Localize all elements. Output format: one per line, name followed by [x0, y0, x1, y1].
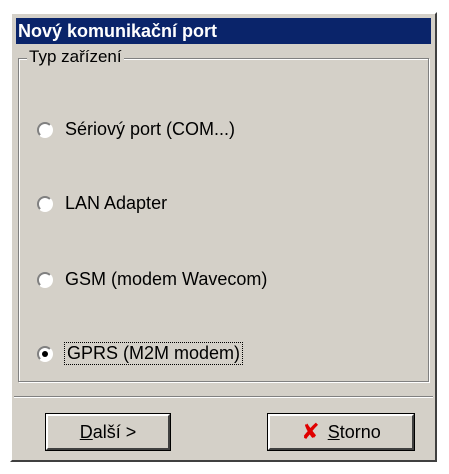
radio-selected-dot: [42, 350, 48, 357]
radio-label: Sériový port (COM...): [65, 119, 236, 139]
title-bar: Nový komunikační port: [16, 18, 431, 44]
radio-label: GSM (modem Wavecom): [65, 269, 268, 289]
next-button[interactable]: Další >: [46, 414, 170, 450]
device-type-group: Typ zařízení Sériový port (COM...) LAN A…: [18, 47, 429, 382]
radio-label: LAN Adapter: [65, 193, 168, 213]
cancel-accel: S: [327, 421, 340, 442]
radio-button[interactable]: [37, 345, 53, 362]
separator: [14, 396, 433, 398]
next-label: alší >: [92, 421, 137, 442]
radio-serial-port[interactable]: Sériový port (COM...): [37, 119, 235, 140]
radio-button[interactable]: [37, 121, 53, 138]
cancel-button[interactable]: ✘ Storno: [268, 414, 414, 450]
radio-label: GPRS (M2M modem): [63, 342, 244, 365]
radio-gprs[interactable]: GPRS (M2M modem): [37, 342, 244, 365]
radio-gsm[interactable]: GSM (modem Wavecom): [37, 269, 267, 290]
radio-lan-adapter[interactable]: LAN Adapter: [37, 193, 167, 214]
group-label: Typ zařízení: [27, 47, 124, 67]
next-accel: D: [79, 421, 93, 442]
cancel-label: torno: [339, 421, 381, 442]
red-x-icon: ✘: [301, 419, 320, 444]
radio-button[interactable]: [37, 271, 53, 288]
dialog-window: Nový komunikační port Typ zařízení Sério…: [10, 12, 437, 462]
radio-button[interactable]: [37, 195, 53, 212]
window-title: Nový komunikační port: [18, 21, 218, 41]
